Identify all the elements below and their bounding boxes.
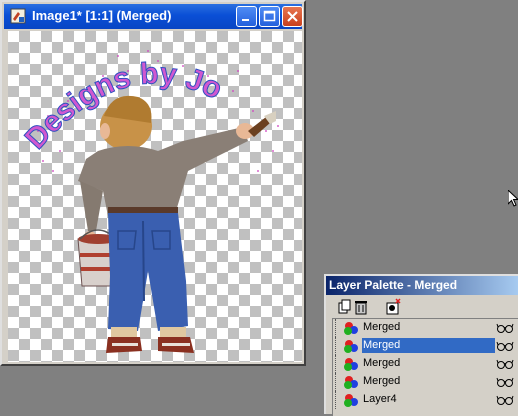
mouse-pointer-icon xyxy=(508,190,518,207)
raster-layer-icon xyxy=(344,322,358,335)
visibility-glasses-icon[interactable] xyxy=(496,358,514,370)
layer-list: Merged Merged Merged Merged Layer4 xyxy=(332,318,518,416)
layer-palette: Layer Palette - Merged Merged Merged Mer… xyxy=(324,274,518,416)
paint-shop-app-icon xyxy=(10,8,26,24)
layer-row[interactable]: Merged xyxy=(333,373,518,391)
layer-name[interactable]: Merged xyxy=(362,338,495,353)
raster-layer-icon xyxy=(344,340,358,353)
close-icon xyxy=(287,11,298,22)
layer-name[interactable]: Layer4 xyxy=(362,392,495,407)
layer-name[interactable]: Merged xyxy=(362,374,495,389)
mask-icon[interactable] xyxy=(384,298,402,316)
raster-layer-icon xyxy=(344,358,358,371)
boy-painting-image: Designs by Jo xyxy=(18,50,279,353)
visibility-glasses-icon[interactable] xyxy=(496,394,514,406)
layer-row[interactable]: Merged xyxy=(333,319,518,337)
delete-layer-icon[interactable] xyxy=(352,298,370,316)
visibility-glasses-icon[interactable] xyxy=(496,340,514,352)
image-window-titlebar[interactable]: Image1* [1:1] (Merged) xyxy=(4,4,303,29)
layer-palette-toolbar xyxy=(330,297,518,317)
layer-row[interactable]: Merged xyxy=(333,337,518,355)
layer-row[interactable]: Merged xyxy=(333,355,518,373)
window-title: Image1* [1:1] (Merged) xyxy=(32,8,172,23)
maximize-icon xyxy=(263,10,276,22)
raster-layer-icon xyxy=(344,394,358,407)
close-button[interactable] xyxy=(282,6,303,27)
image-window: Image1* [1:1] (Merged) Designs by Jo xyxy=(0,0,306,366)
layer-palette-title[interactable]: Layer Palette - Merged xyxy=(326,276,518,295)
layer-name[interactable]: Merged xyxy=(362,320,495,335)
visibility-glasses-icon[interactable] xyxy=(496,376,514,388)
minimize-icon xyxy=(242,19,249,21)
maximize-button[interactable] xyxy=(259,6,280,27)
visibility-glasses-icon[interactable] xyxy=(496,322,514,334)
layer-row[interactable]: Layer4 xyxy=(333,391,518,409)
layer-name[interactable]: Merged xyxy=(362,356,495,371)
minimize-button[interactable] xyxy=(236,6,257,27)
image-canvas[interactable]: Designs by Jo xyxy=(8,31,302,362)
raster-layer-icon xyxy=(344,376,358,389)
